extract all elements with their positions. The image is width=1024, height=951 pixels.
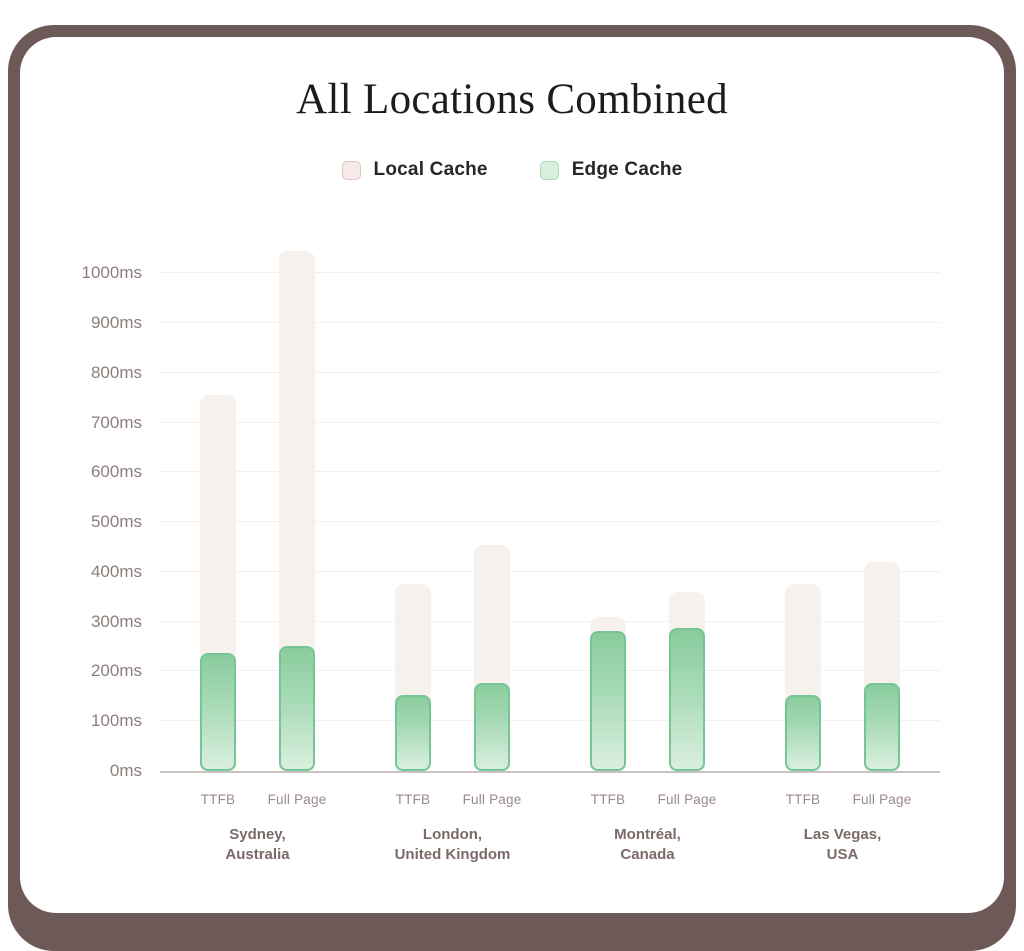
group-location-line: Sydney, [163,825,353,845]
y-axis-tick-label: 400ms [20,561,142,583]
group-location-line: London, [358,825,548,845]
group-location-line: Montréal, [553,825,743,845]
bar-tick-label: TTFB [173,792,263,807]
bar-tick-label: Full Page [252,792,342,807]
bar-edge-cache [864,683,900,771]
y-axis-tick-label: 600ms [20,461,142,483]
group-location-line: United Kingdom [358,845,548,865]
bar-edge-cache [200,653,236,771]
group-location-label: Sydney,Australia [163,825,353,865]
bar-tick-label: Full Page [837,792,927,807]
plot-area: TTFBFull PageSydney,AustraliaTTFBFull Pa… [160,240,940,773]
y-axis-tick-label: 1000ms [20,262,142,284]
y-axis-tick-label: 500ms [20,511,142,533]
gridline [160,571,940,572]
y-axis-tick-label: 0ms [20,760,142,782]
gridline [160,372,940,373]
bar-edge-cache [395,695,431,771]
bar-tick-label: TTFB [368,792,458,807]
group-location-label: Las Vegas,USA [748,825,938,865]
gridline [160,272,940,273]
y-axis-tick-label: 200ms [20,660,142,682]
group-location-label: London,United Kingdom [358,825,548,865]
bar-tick-label: TTFB [758,792,848,807]
y-axis-tick-label: 300ms [20,611,142,633]
gridline [160,720,940,721]
y-axis-tick-label: 900ms [20,312,142,334]
bar-edge-cache [474,683,510,771]
bar-tick-label: Full Page [447,792,537,807]
bar-edge-cache [785,695,821,771]
y-axis-tick-label: 700ms [20,412,142,434]
y-axis-tick-label: 100ms [20,710,142,732]
bar-edge-cache [279,646,315,771]
group-location-line: Las Vegas, [748,825,938,845]
group-location-line: USA [748,845,938,865]
bar-tick-label: TTFB [563,792,653,807]
gridline [160,471,940,472]
group-location-line: Australia [163,845,353,865]
group-location-line: Canada [553,845,743,865]
bar-edge-cache [669,628,705,771]
gridline [160,670,940,671]
gridline [160,422,940,423]
gridline [160,322,940,323]
bar-chart: TTFBFull PageSydney,AustraliaTTFBFull Pa… [20,37,1004,913]
gridline [160,521,940,522]
y-axis-tick-label: 800ms [20,362,142,384]
chart-card: All Locations Combined Local Cache Edge … [20,37,1004,913]
group-location-label: Montréal,Canada [553,825,743,865]
bar-tick-label: Full Page [642,792,732,807]
gridline [160,621,940,622]
bar-edge-cache [590,631,626,771]
